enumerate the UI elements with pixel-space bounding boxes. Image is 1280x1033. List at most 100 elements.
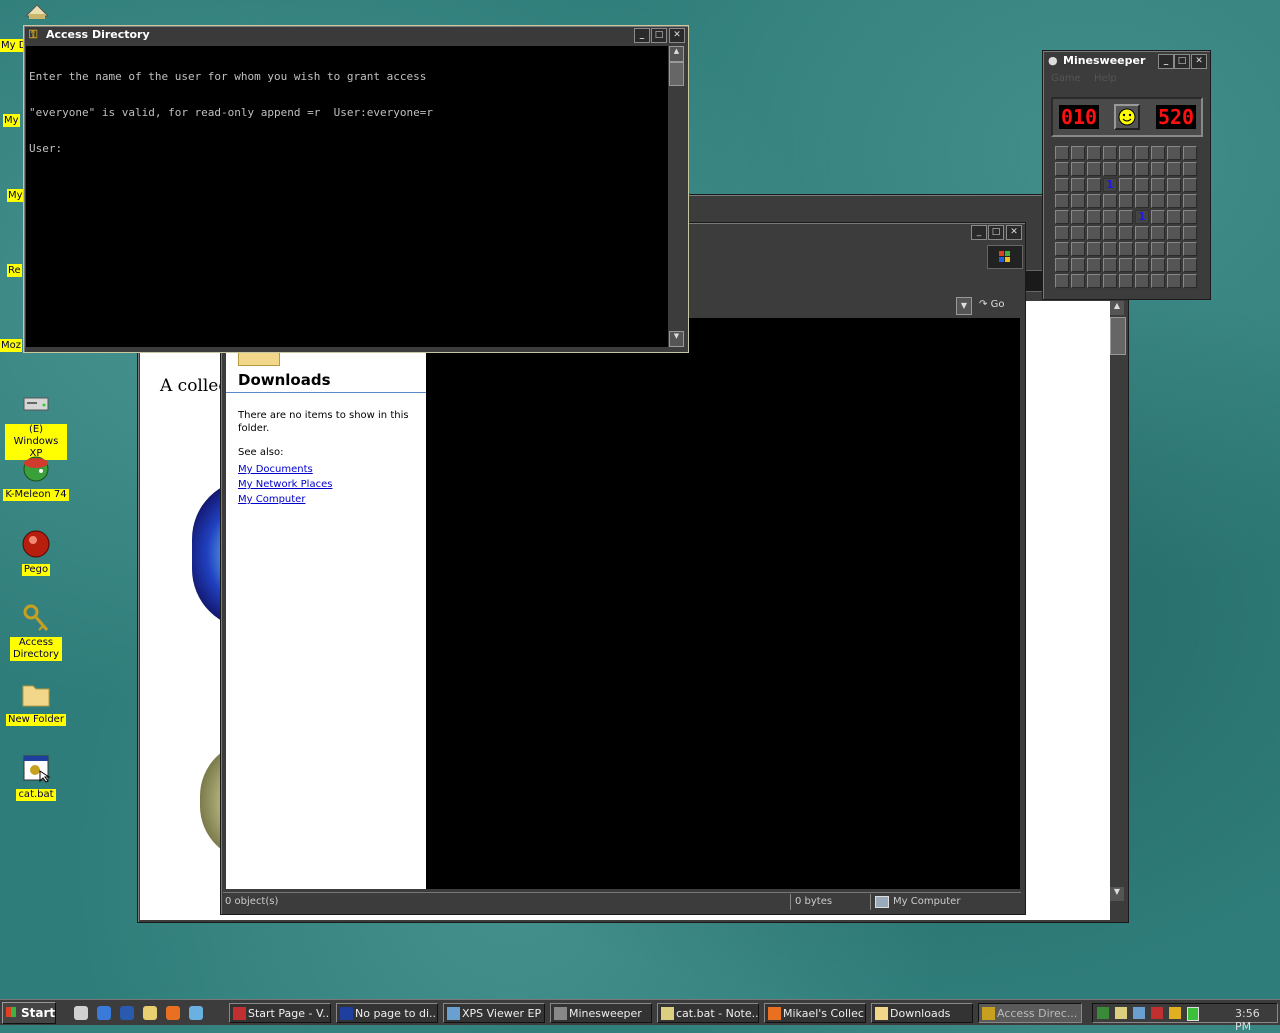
mine-cell[interactable] [1119, 226, 1133, 240]
mine-cell[interactable] [1183, 178, 1197, 192]
console-output[interactable]: Enter the name of the user for whom you … [26, 46, 668, 347]
mine-cell[interactable] [1183, 146, 1197, 160]
mine-cell[interactable] [1087, 258, 1101, 272]
mine-cell[interactable] [1071, 210, 1085, 224]
cards-icon[interactable] [1151, 1007, 1163, 1019]
scroll-thumb[interactable] [669, 62, 684, 86]
taskbar-button[interactable]: XPS Viewer EP [443, 1003, 545, 1023]
link-my-network-places[interactable]: My Network Places [238, 479, 332, 490]
mine-cell[interactable] [1103, 226, 1117, 240]
clock[interactable]: 3:56 PM [1235, 1007, 1277, 1033]
mine-cell[interactable] [1167, 274, 1181, 288]
mine-cell[interactable] [1071, 274, 1085, 288]
maximize-button[interactable]: □ [988, 225, 1004, 240]
close-button[interactable]: ✕ [669, 28, 685, 43]
taskbar-button[interactable]: No page to di... [336, 1003, 438, 1023]
mine-cell[interactable] [1055, 242, 1069, 256]
close-button[interactable]: ✕ [1191, 54, 1207, 69]
go-button[interactable]: ↷ Go [979, 296, 1019, 314]
mine-cell[interactable] [1119, 242, 1133, 256]
mine-cell[interactable] [1151, 274, 1165, 288]
mine-cell[interactable] [1087, 226, 1101, 240]
mine-cell[interactable] [1183, 258, 1197, 272]
menu-game[interactable]: Game [1051, 73, 1081, 84]
mine-cell[interactable] [1087, 194, 1101, 208]
mine-cell[interactable] [1055, 178, 1069, 192]
minesweeper-window[interactable]: ● Minesweeper _ □ ✕ Game Help 010 520 11 [1042, 50, 1211, 300]
mine-cell[interactable]: 1 [1135, 210, 1149, 224]
minimize-button[interactable]: _ [634, 28, 650, 43]
mine-cell[interactable] [1151, 178, 1165, 192]
minesweeper-titlebar[interactable]: ● Minesweeper _ □ ✕ [1045, 53, 1208, 69]
maximize-button[interactable]: □ [1174, 54, 1190, 69]
taskbar-button[interactable]: cat.bat - Note... [657, 1003, 759, 1023]
mine-cell[interactable] [1167, 242, 1181, 256]
mine-cell[interactable] [1167, 146, 1181, 160]
mine-cell[interactable] [1167, 194, 1181, 208]
mine-cell[interactable] [1087, 210, 1101, 224]
mine-cell[interactable] [1135, 258, 1149, 272]
desktop-icon-cat-bat[interactable]: cat.bat [3, 753, 69, 801]
scroll-down-button[interactable]: ▼ [669, 331, 684, 347]
mine-cell[interactable] [1055, 146, 1069, 160]
file-list-area[interactable] [426, 318, 1020, 889]
mine-cell[interactable] [1151, 258, 1165, 272]
minimize-button[interactable]: _ [971, 225, 987, 240]
scroll-thumb[interactable] [1110, 317, 1126, 355]
mine-cell[interactable] [1151, 210, 1165, 224]
mine-cell[interactable] [1071, 242, 1085, 256]
minimize-button[interactable]: _ [1158, 54, 1174, 69]
mine-cell[interactable] [1167, 210, 1181, 224]
notepad-icon[interactable] [1115, 1007, 1127, 1019]
mine-cell[interactable] [1087, 162, 1101, 176]
mine-cell[interactable] [1055, 258, 1069, 272]
mine-cell[interactable] [1087, 178, 1101, 192]
close-button[interactable]: ✕ [1006, 225, 1022, 240]
mine-cell[interactable] [1183, 274, 1197, 288]
desktop-label-mozilla[interactable]: Moz [0, 339, 22, 352]
mine-cell[interactable] [1055, 274, 1069, 288]
mine-cell[interactable] [1071, 226, 1085, 240]
desktop-label-my-network[interactable]: My [7, 189, 24, 202]
mine-cell[interactable] [1087, 274, 1101, 288]
taskbar-button[interactable]: Minesweeper [550, 1003, 652, 1023]
mine-cell[interactable] [1103, 242, 1117, 256]
taskbar-button[interactable]: Downloads [871, 1003, 973, 1023]
taskbar-button[interactable]: Mikael's Collec... [764, 1003, 866, 1023]
mine-cell[interactable] [1167, 226, 1181, 240]
link-my-computer[interactable]: My Computer [238, 494, 332, 505]
mine-cell[interactable] [1087, 242, 1101, 256]
mine-cell[interactable] [1055, 210, 1069, 224]
desktop-label-recycle-bin[interactable]: Re [7, 264, 22, 277]
mine-cell[interactable] [1103, 210, 1117, 224]
mine-cell[interactable] [1119, 162, 1133, 176]
mine-cell[interactable] [1119, 194, 1133, 208]
mine-cell[interactable] [1055, 226, 1069, 240]
mine-cell[interactable] [1151, 162, 1165, 176]
mine-cell[interactable] [1135, 194, 1149, 208]
mine-cell[interactable] [1055, 162, 1069, 176]
mine-cell[interactable] [1135, 226, 1149, 240]
mine-cell[interactable] [1119, 210, 1133, 224]
console-window[interactable]: ⚿ Access Directory _ □ ✕ Enter the name … [23, 25, 689, 353]
mine-cell[interactable] [1103, 194, 1117, 208]
mine-cell[interactable] [1071, 162, 1085, 176]
mine-cell[interactable] [1119, 146, 1133, 160]
mine-cell[interactable] [1167, 162, 1181, 176]
mine-cell[interactable] [1135, 178, 1149, 192]
mine-cell[interactable] [1135, 162, 1149, 176]
link-my-documents[interactable]: My Documents [238, 464, 332, 475]
mine-cell[interactable] [1087, 146, 1101, 160]
menu-help[interactable]: Help [1094, 73, 1117, 84]
mine-cell[interactable] [1183, 162, 1197, 176]
battery-icon[interactable] [1187, 1007, 1199, 1021]
mine-cell[interactable] [1135, 242, 1149, 256]
scroll-up-button[interactable]: ▲ [669, 46, 684, 62]
mine-cell[interactable] [1119, 178, 1133, 192]
mine-cell[interactable] [1071, 178, 1085, 192]
taskbar-button[interactable]: Start Page - V... [229, 1003, 331, 1023]
mine-cell[interactable] [1103, 258, 1117, 272]
mine-cell[interactable] [1119, 258, 1133, 272]
mine-cell[interactable] [1071, 194, 1085, 208]
mine-cell[interactable]: 1 [1103, 178, 1117, 192]
